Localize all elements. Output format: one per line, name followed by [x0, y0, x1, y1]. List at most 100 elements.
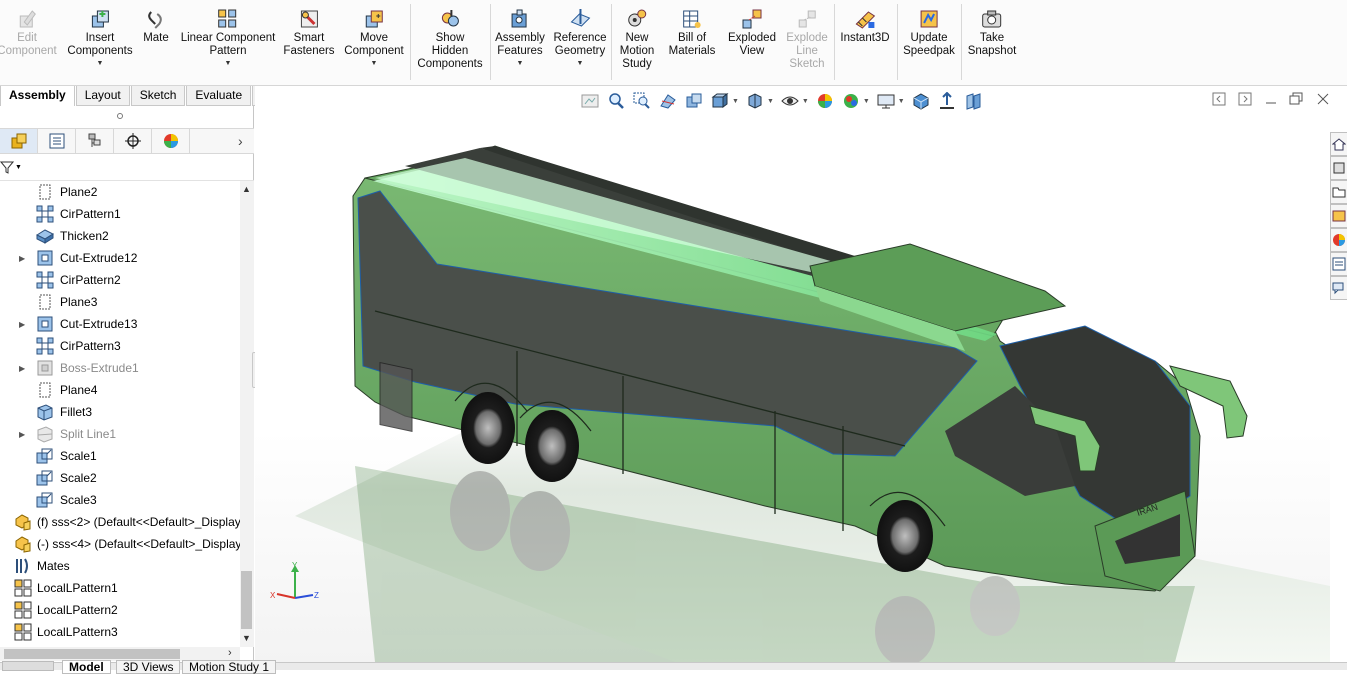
tree-item-label: Boss-Extrude1 [60, 361, 139, 375]
tree-item[interactable]: CirPattern3 [0, 335, 240, 357]
move-component-button[interactable]: Move Component ▼ [344, 8, 404, 67]
tree-item-label: Plane2 [60, 185, 98, 199]
tab-evaluate[interactable]: Evaluate [186, 86, 252, 106]
scroll-thumb-horizontal[interactable] [4, 649, 180, 659]
appearances-icon [1333, 234, 1345, 246]
update-speedpak-icon [920, 10, 938, 28]
tree-item[interactable]: (f) sss<2> (Default<<Default>_Display [0, 511, 240, 533]
task-pane-home[interactable] [1330, 132, 1347, 156]
exploded-view-button[interactable]: Exploded View [728, 8, 776, 58]
graphics-viewport[interactable]: ▼ ▼ ▼ ▼ ▼ IRAN Y X Z [255, 86, 1330, 662]
camera-button[interactable]: Take Snapshot [968, 8, 1016, 58]
task-pane-appearances[interactable] [1330, 228, 1347, 252]
reference-geometry-button[interactable]: Reference Geometry ▼ [553, 8, 607, 67]
display-manager-tab[interactable] [152, 129, 190, 153]
circular-pattern-icon [36, 271, 54, 289]
tree-item[interactable]: Scale2 [0, 467, 240, 489]
bottom-tab-motion-study-1[interactable]: Motion Study 1 [182, 660, 277, 674]
feature-manager-tab[interactable] [0, 129, 38, 153]
edit-component-button[interactable]: Edit Component [0, 8, 57, 58]
task-pane-custom-properties[interactable] [1330, 252, 1347, 276]
circular-pattern-icon [36, 205, 54, 223]
task-pane-file-explorer[interactable] [1330, 180, 1347, 204]
chevron-down-icon[interactable]: ▼ [577, 60, 584, 67]
tree-item[interactable]: ▶ Cut-Extrude12 [0, 247, 240, 269]
tree-vertical-scrollbar[interactable]: ▲ ▼ [240, 181, 254, 647]
tree-horizontal-scrollbar[interactable]: › [0, 647, 240, 661]
tree-item[interactable]: Plane2 [0, 181, 240, 203]
expand-arrow-icon[interactable]: ▶ [19, 254, 29, 263]
chevron-down-icon[interactable]: ▼ [225, 60, 232, 67]
tree-item[interactable]: Thicken2 [0, 225, 240, 247]
ribbon-button-label: Insert Components [67, 32, 133, 57]
expand-arrow-icon[interactable]: ▶ [19, 320, 29, 329]
panel-tabs-scroll-right[interactable]: › [238, 133, 243, 149]
bill-of-materials-button[interactable]: Bill of Materials [669, 8, 715, 58]
tree-item-label: (f) sss<2> (Default<<Default>_Display [37, 515, 240, 529]
tree-item[interactable]: LocalLPattern2 [0, 599, 240, 621]
tab-assembly[interactable]: Assembly [0, 86, 75, 106]
task-pane-view-palette[interactable] [1330, 204, 1347, 228]
tab-sketch[interactable]: Sketch [130, 86, 186, 106]
tree-item-label: CirPattern2 [60, 273, 121, 287]
tree-item[interactable]: CirPattern1 [0, 203, 240, 225]
edit-component-icon [19, 10, 36, 28]
tree-item-label: LocalLPattern3 [37, 625, 118, 639]
feature-manager-panel: › ▼ Plane2 CirPattern1 Thicken2 ▶ Cut-Extrud… [0, 106, 262, 662]
scroll-down-arrow[interactable]: ▼ [242, 633, 251, 643]
chevron-down-icon[interactable]: ▼ [517, 60, 524, 67]
configuration-manager-tab[interactable] [76, 129, 114, 153]
bottom-tab-3d-views[interactable]: 3D Views [116, 660, 181, 674]
assembly-tree-icon [11, 133, 26, 149]
bottom-tab-bar: Model 3D Views Motion Study 1 [0, 660, 1347, 674]
mate-button[interactable]: Mate [143, 8, 169, 45]
tree-item[interactable]: CirPattern2 [0, 269, 240, 291]
tree-item[interactable]: Plane4 [0, 379, 240, 401]
tree-item[interactable]: (-) sss<4> (Default<<Default>_Display [0, 533, 240, 555]
task-pane-design-library[interactable] [1330, 156, 1347, 180]
front-wheel [877, 500, 933, 572]
tree-item[interactable]: ▶ Boss-Extrude1 [0, 357, 240, 379]
panel-gripper[interactable] [117, 113, 123, 119]
tree-item[interactable]: Plane3 [0, 291, 240, 313]
tree-item[interactable]: Fillet3 [0, 401, 240, 423]
tree-item-label: Plane3 [60, 295, 98, 309]
chevron-down-icon[interactable]: ▼ [97, 60, 104, 67]
task-pane-forum[interactable] [1330, 276, 1347, 300]
ribbon-separator [897, 4, 898, 80]
tree-item-label: (-) sss<4> (Default<<Default>_Display [37, 537, 240, 551]
tree-item[interactable]: Scale1 [0, 445, 240, 467]
show-hidden-button[interactable]: Show Hidden Components [417, 8, 483, 71]
tree-item[interactable]: LocalLPattern3 [0, 621, 240, 643]
insert-components-button[interactable]: Insert Components ▼ [67, 8, 133, 67]
scroll-thumb[interactable] [241, 571, 252, 629]
tab-layout[interactable]: Layout [75, 86, 130, 106]
local-pattern-icon [14, 601, 32, 619]
tree-item[interactable]: Mates [0, 555, 240, 577]
expand-arrow-icon[interactable]: ▶ [19, 430, 29, 439]
command-manager-ribbon: Edit Component Insert Components ▼ Mate Line… [0, 0, 1347, 86]
chevron-down-icon[interactable]: ▼ [371, 60, 378, 67]
bottom-tab-model[interactable]: Model [62, 660, 111, 674]
bus-3d-model[interactable]: IRAN [255, 86, 1330, 662]
explode-line-sketch-button[interactable]: Explode Line Sketch [786, 8, 828, 71]
tree-item[interactable]: LocalLPattern1 [0, 577, 240, 599]
explode-line-sketch-icon [798, 10, 816, 28]
filter-button[interactable]: ▼ [0, 160, 22, 174]
tree-item[interactable]: ▶ Split Line1 [0, 423, 240, 445]
property-manager-tab[interactable] [38, 129, 76, 153]
dimxpert-manager-tab[interactable] [114, 129, 152, 153]
instant3d-button[interactable]: Instant3D [840, 8, 890, 45]
assembly-features-button[interactable]: Assembly Features ▼ [495, 8, 545, 67]
expand-arrow-icon[interactable]: ▶ [19, 364, 29, 373]
thicken-icon [36, 229, 54, 244]
scroll-up-arrow[interactable]: ▲ [242, 184, 251, 194]
tree-item[interactable]: Scale3 [0, 489, 240, 511]
part-icon [15, 514, 31, 531]
update-speedpak-button[interactable]: Update Speedpak [903, 8, 955, 58]
motion-study-button[interactable]: New Motion Study [620, 8, 654, 71]
scroll-right-arrow[interactable]: › [228, 647, 232, 659]
smart-fasteners-button[interactable]: Smart Fasteners [283, 8, 335, 58]
linear-pattern-button[interactable]: Linear Component Pattern ▼ [181, 8, 275, 67]
tree-item[interactable]: ▶ Cut-Extrude13 [0, 313, 240, 335]
